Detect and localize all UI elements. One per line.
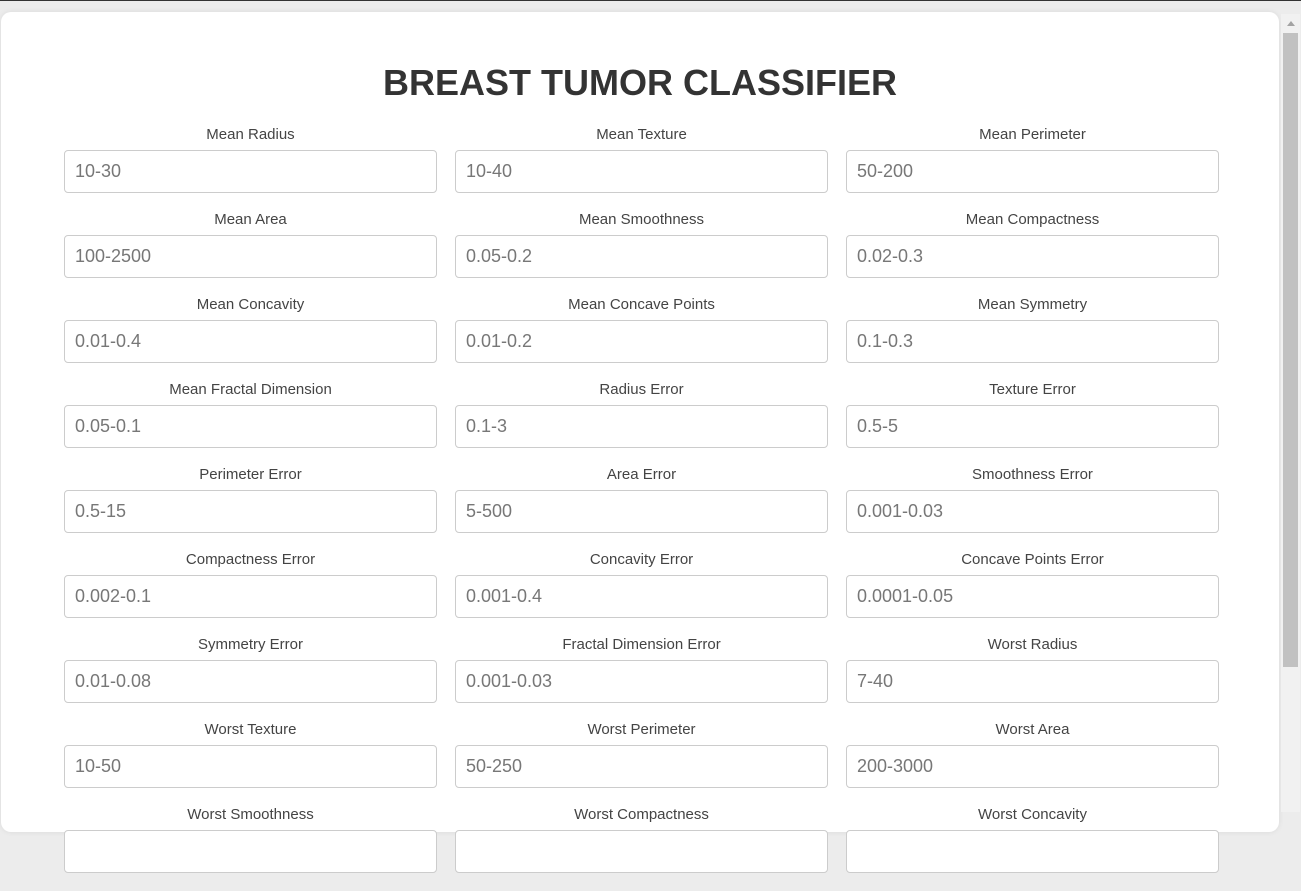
field-concavity-error: Concavity Error: [455, 551, 828, 636]
field-label: Mean Radius: [206, 126, 295, 143]
mean-symmetry-input[interactable]: [846, 320, 1219, 363]
field-compactness-error: Compactness Error: [64, 551, 437, 636]
mean-perimeter-input[interactable]: [846, 150, 1219, 193]
field-label: Worst Texture: [204, 721, 297, 738]
worst-compactness-input[interactable]: [455, 830, 828, 873]
field-label: Compactness Error: [185, 551, 316, 568]
field-mean-radius: Mean Radius: [64, 126, 437, 211]
field-label: Mean Fractal Dimension: [169, 381, 332, 398]
mean-compactness-input[interactable]: [846, 235, 1219, 278]
field-worst-radius: Worst Radius: [846, 636, 1219, 721]
mean-concave-points-input[interactable]: [455, 320, 828, 363]
compactness-error-input[interactable]: [64, 575, 437, 618]
field-label: Concave Points Error: [961, 551, 1104, 568]
field-area-error: Area Error: [455, 466, 828, 551]
field-mean-concave-points: Mean Concave Points: [455, 296, 828, 381]
field-symmetry-error: Symmetry Error: [64, 636, 437, 721]
field-label: Texture Error: [989, 381, 1076, 398]
field-fractal-dimension-error: Fractal Dimension Error: [455, 636, 828, 721]
field-label: Mean Compactness: [965, 211, 1100, 228]
feature-input-grid: Mean Radius Mean Texture Mean Perimeter …: [64, 126, 1219, 891]
field-label: Mean Concavity: [196, 296, 305, 313]
worst-texture-input[interactable]: [64, 745, 437, 788]
field-worst-compactness: Worst Compactness: [455, 806, 828, 891]
field-label: Worst Area: [995, 721, 1070, 738]
scroll-up-arrow-icon[interactable]: [1281, 14, 1300, 32]
field-mean-perimeter: Mean Perimeter: [846, 126, 1219, 211]
field-worst-area: Worst Area: [846, 721, 1219, 806]
mean-texture-input[interactable]: [455, 150, 828, 193]
field-concave-points-error: Concave Points Error: [846, 551, 1219, 636]
field-label: Worst Perimeter: [587, 721, 696, 738]
radius-error-input[interactable]: [455, 405, 828, 448]
field-label: Area Error: [606, 466, 677, 483]
perimeter-error-input[interactable]: [64, 490, 437, 533]
field-label: Smoothness Error: [972, 466, 1093, 483]
mean-area-input[interactable]: [64, 235, 437, 278]
field-mean-area: Mean Area: [64, 211, 437, 296]
field-radius-error: Radius Error: [455, 381, 828, 466]
field-label: Mean Perimeter: [979, 126, 1086, 143]
mean-radius-input[interactable]: [64, 150, 437, 193]
field-label: Perimeter Error: [199, 466, 302, 483]
field-mean-smoothness: Mean Smoothness: [455, 211, 828, 296]
field-label: Mean Area: [214, 211, 287, 228]
texture-error-input[interactable]: [846, 405, 1219, 448]
field-mean-fractal-dimension: Mean Fractal Dimension: [64, 381, 437, 466]
concavity-error-input[interactable]: [455, 575, 828, 618]
field-worst-concavity: Worst Concavity: [846, 806, 1219, 891]
field-mean-compactness: Mean Compactness: [846, 211, 1219, 296]
vertical-scrollbar[interactable]: [1281, 14, 1300, 812]
field-worst-texture: Worst Texture: [64, 721, 437, 806]
field-label: Worst Smoothness: [187, 806, 314, 823]
field-perimeter-error: Perimeter Error: [64, 466, 437, 551]
field-label: Mean Symmetry: [977, 296, 1088, 313]
field-label: Radius Error: [599, 381, 684, 398]
field-mean-symmetry: Mean Symmetry: [846, 296, 1219, 381]
field-label: Fractal Dimension Error: [562, 636, 721, 653]
smoothness-error-input[interactable]: [846, 490, 1219, 533]
field-label: Mean Texture: [596, 126, 687, 143]
mean-fractal-dimension-input[interactable]: [64, 405, 437, 448]
worst-area-input[interactable]: [846, 745, 1219, 788]
worst-concavity-input[interactable]: [846, 830, 1219, 873]
field-worst-perimeter: Worst Perimeter: [455, 721, 828, 806]
page-title: BREAST TUMOR CLASSIFIER: [382, 62, 897, 103]
field-label: Mean Smoothness: [578, 211, 705, 228]
classifier-form-card: BREAST TUMOR CLASSIFIER Mean Radius Mean…: [1, 12, 1279, 873]
worst-radius-input[interactable]: [846, 660, 1219, 703]
field-label: Worst Radius: [987, 636, 1078, 653]
field-texture-error: Texture Error: [846, 381, 1219, 466]
worst-perimeter-input[interactable]: [455, 745, 828, 788]
field-label: Worst Compactness: [574, 806, 709, 823]
field-mean-texture: Mean Texture: [455, 126, 828, 211]
field-mean-concavity: Mean Concavity: [64, 296, 437, 381]
field-label: Worst Concavity: [978, 806, 1087, 823]
field-label: Concavity Error: [589, 551, 694, 568]
field-smoothness-error: Smoothness Error: [846, 466, 1219, 551]
worst-smoothness-input[interactable]: [64, 830, 437, 873]
field-worst-smoothness: Worst Smoothness: [64, 806, 437, 891]
symmetry-error-input[interactable]: [64, 660, 437, 703]
fractal-dimension-error-input[interactable]: [455, 660, 828, 703]
field-label: Symmetry Error: [198, 636, 303, 653]
window-top-border: [0, 0, 1301, 1]
concave-points-error-input[interactable]: [846, 575, 1219, 618]
field-label: Mean Concave Points: [568, 296, 715, 313]
mean-concavity-input[interactable]: [64, 320, 437, 363]
mean-smoothness-input[interactable]: [455, 235, 828, 278]
area-error-input[interactable]: [455, 490, 828, 533]
scrollbar-thumb[interactable]: [1283, 33, 1298, 667]
